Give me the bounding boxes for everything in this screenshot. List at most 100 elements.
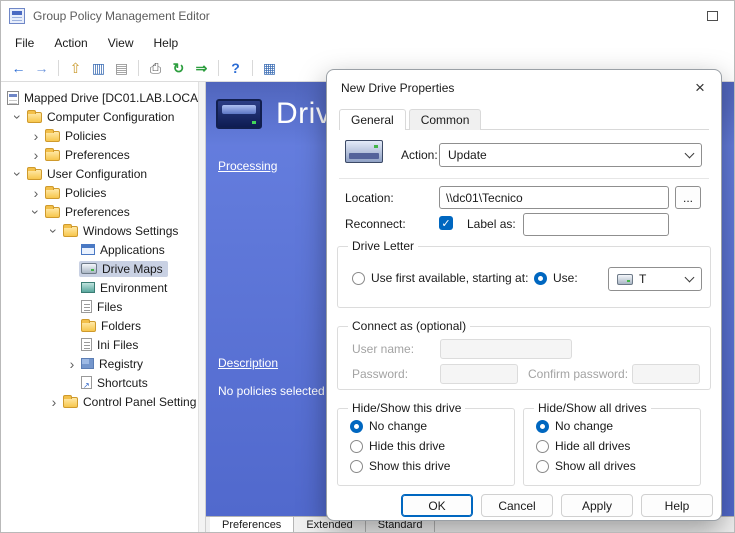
- drive-letter-group-label: Drive Letter: [348, 239, 418, 253]
- show-all-drives-option[interactable]: Show all drives: [536, 459, 636, 473]
- chevron-right-icon[interactable]: ›: [65, 357, 79, 371]
- chevron-down-icon[interactable]: ›: [11, 110, 25, 124]
- confirm-password-input[interactable]: [632, 364, 700, 384]
- menu-action[interactable]: Action: [44, 33, 97, 53]
- label-as-input[interactable]: [523, 213, 669, 236]
- tree-item-drive-maps[interactable]: Drive Maps: [1, 259, 198, 278]
- chevron-down-icon: [685, 272, 695, 282]
- tree-scrollbar[interactable]: [198, 82, 206, 532]
- chevron-down-icon[interactable]: ›: [29, 205, 43, 219]
- chevron-right-icon[interactable]: ›: [29, 148, 43, 162]
- radio-checked-icon[interactable]: [536, 420, 549, 433]
- processing-link[interactable]: Processing: [218, 159, 277, 173]
- forward-icon[interactable]: →: [31, 58, 52, 79]
- browse-button[interactable]: ...: [675, 186, 701, 209]
- preference-grid-icon[interactable]: ▦: [259, 58, 280, 79]
- tree-item-policies[interactable]: › Policies: [1, 183, 198, 202]
- hide-show-all-drives-label: Hide/Show all drives: [534, 401, 651, 415]
- reconnect-checkbox[interactable]: [439, 216, 453, 230]
- tree-item-applications[interactable]: Applications: [1, 240, 198, 259]
- console-root-icon: [7, 91, 19, 105]
- hide-this-drive-option[interactable]: Hide this drive: [350, 439, 445, 453]
- tab-general[interactable]: General: [339, 109, 406, 130]
- chevron-right-icon[interactable]: ›: [47, 395, 61, 409]
- apply-button[interactable]: Apply: [561, 494, 633, 517]
- location-label: Location:: [345, 191, 394, 205]
- tree-item-windows-settings[interactable]: › Windows Settings: [1, 221, 198, 240]
- gpme-window: Group Policy Management Editor File Acti…: [0, 0, 735, 533]
- tree-item-registry[interactable]: › Registry: [1, 354, 198, 373]
- chevron-down-icon[interactable]: ›: [11, 167, 25, 181]
- tree-item-environment[interactable]: Environment: [1, 278, 198, 297]
- tree-item-folders[interactable]: Folders: [1, 316, 198, 335]
- tree-item-shortcuts[interactable]: Shortcuts: [1, 373, 198, 392]
- tree-item-root[interactable]: Mapped Drive [DC01.LAB.LOCA: [1, 88, 198, 107]
- folder-icon: [45, 150, 60, 161]
- chevron-down-icon[interactable]: ›: [47, 224, 61, 238]
- user-name-input[interactable]: [440, 339, 572, 359]
- drive-icon: [81, 263, 97, 274]
- radio-checked-icon[interactable]: [534, 272, 547, 285]
- dialog-tab-strip: General Common: [339, 106, 709, 130]
- action-select[interactable]: Update: [439, 143, 702, 167]
- document-icon: [81, 338, 92, 351]
- applications-icon: [81, 244, 95, 255]
- drive-dialog-icon: [345, 140, 383, 163]
- show-console-tree-icon[interactable]: ▥: [88, 58, 109, 79]
- tree-item-computer-configuration[interactable]: › Computer Configuration: [1, 107, 198, 126]
- radio-unchecked-icon[interactable]: [352, 272, 365, 285]
- tree-item-preferences[interactable]: › Preferences: [1, 145, 198, 164]
- radio-unchecked-icon[interactable]: [536, 460, 549, 473]
- help-button[interactable]: Help: [641, 494, 713, 517]
- all-no-change-option[interactable]: No change: [536, 419, 613, 433]
- tree-item-files[interactable]: Files: [1, 297, 198, 316]
- tree-item-preferences[interactable]: › Preferences: [1, 202, 198, 221]
- use-option[interactable]: Use:: [534, 271, 578, 285]
- document-icon: [81, 300, 92, 313]
- tree-item-policies[interactable]: › Policies: [1, 126, 198, 145]
- radio-unchecked-icon[interactable]: [536, 440, 549, 453]
- toolbar-separator: [58, 60, 59, 76]
- description-link[interactable]: Description: [218, 356, 278, 370]
- radio-unchecked-icon[interactable]: [350, 460, 363, 473]
- menu-help[interactable]: Help: [144, 33, 189, 53]
- menu-file[interactable]: File: [5, 33, 44, 53]
- this-no-change-option[interactable]: No change: [350, 419, 427, 433]
- drive-icon: [617, 274, 633, 285]
- help-icon[interactable]: ?: [225, 58, 246, 79]
- up-one-level-icon[interactable]: ⇧: [65, 58, 86, 79]
- registry-icon: [81, 358, 94, 369]
- toolbar-separator: [138, 60, 139, 76]
- folder-icon: [81, 321, 96, 332]
- location-input[interactable]: [439, 186, 669, 209]
- paste-icon[interactable]: ▤: [111, 58, 132, 79]
- ok-button[interactable]: OK: [401, 494, 473, 517]
- folder-icon: [63, 226, 78, 237]
- tree-item-user-configuration[interactable]: › User Configuration: [1, 164, 198, 183]
- folder-icon: [45, 188, 60, 199]
- chevron-right-icon[interactable]: ›: [29, 186, 43, 200]
- drive-letter-select[interactable]: T: [608, 267, 702, 291]
- refresh-icon[interactable]: ↻: [168, 58, 189, 79]
- tab-common[interactable]: Common: [409, 109, 482, 130]
- menu-view[interactable]: View: [98, 33, 144, 53]
- radio-checked-icon[interactable]: [350, 420, 363, 433]
- radio-unchecked-icon[interactable]: [350, 440, 363, 453]
- show-this-drive-option[interactable]: Show this drive: [350, 459, 450, 473]
- maximize-button[interactable]: [707, 11, 718, 21]
- password-input[interactable]: [440, 364, 518, 384]
- use-first-available-option[interactable]: Use first available, starting at:: [352, 271, 528, 285]
- chevron-right-icon[interactable]: ›: [29, 129, 43, 143]
- export-list-icon[interactable]: ⇒: [191, 58, 212, 79]
- back-icon[interactable]: ←: [8, 58, 29, 79]
- tree-item-control-panel-settings[interactable]: › Control Panel Setting: [1, 392, 198, 411]
- hide-all-drives-option[interactable]: Hide all drives: [536, 439, 630, 453]
- close-icon[interactable]: ×: [687, 76, 713, 100]
- tree-item-ini-files[interactable]: Ini Files: [1, 335, 198, 354]
- print-icon[interactable]: ⎙: [145, 58, 166, 79]
- cancel-button[interactable]: Cancel: [481, 494, 553, 517]
- user-name-label: User name:: [352, 342, 414, 356]
- chevron-down-icon: [685, 148, 695, 158]
- new-drive-properties-dialog: New Drive Properties × General Common Ac…: [326, 69, 722, 521]
- tab-preferences[interactable]: Preferences: [210, 517, 294, 532]
